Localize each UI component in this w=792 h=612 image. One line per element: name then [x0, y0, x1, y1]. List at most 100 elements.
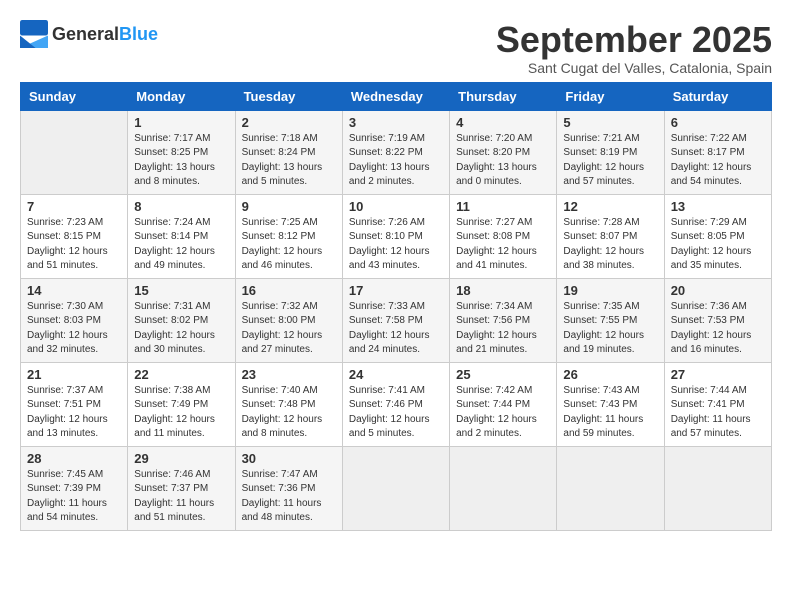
day-number: 27 [671, 367, 765, 382]
day-number: 2 [242, 115, 336, 130]
calendar-cell: 11Sunrise: 7:27 AM Sunset: 8:08 PM Dayli… [450, 194, 557, 278]
day-number: 22 [134, 367, 228, 382]
day-info: Sunrise: 7:41 AM Sunset: 7:46 PM Dayligh… [349, 384, 443, 442]
day-number: 19 [563, 283, 657, 298]
day-number: 25 [456, 367, 550, 382]
column-header-saturday: Saturday [664, 82, 771, 110]
day-info: Sunrise: 7:29 AM Sunset: 8:05 PM Dayligh… [671, 216, 765, 274]
calendar-cell: 9Sunrise: 7:25 AM Sunset: 8:12 PM Daylig… [235, 194, 342, 278]
day-info: Sunrise: 7:21 AM Sunset: 8:19 PM Dayligh… [563, 132, 657, 190]
calendar-week-row: 7 Sunrise: 7:23 AM Sunset: 8:15 PM Daylig… [21, 194, 772, 278]
day-info: Sunrise: 7:43 AM Sunset: 7:43 PM Dayligh… [563, 384, 657, 442]
calendar-cell: 14 Sunrise: 7:30 AM Sunset: 8:03 PM Dayli… [21, 278, 128, 362]
day-number: 6 [671, 115, 765, 130]
day-number: 12 [563, 199, 657, 214]
day-info: Sunrise: 7:32 AM Sunset: 8:00 PM Dayligh… [242, 300, 336, 358]
day-info: Sunrise: 7:40 AM Sunset: 7:48 PM Dayligh… [242, 384, 336, 442]
logo-text-general: General [52, 24, 119, 44]
day-number: 10 [349, 199, 443, 214]
day-info: Sunrise: 7:31 AM Sunset: 8:02 PM Dayligh… [134, 300, 228, 358]
day-number: 11 [456, 199, 550, 214]
calendar-table: SundayMondayTuesdayWednesdayThursdayFrid… [20, 82, 772, 531]
calendar-header-row: SundayMondayTuesdayWednesdayThursdayFrid… [21, 82, 772, 110]
day-info: Sunrise: 7:30 AM Sunset: 8:03 PM Dayligh… [27, 300, 121, 358]
logo: GeneralBlue [20, 20, 158, 48]
calendar-cell: 5 Sunrise: 7:21 AM Sunset: 8:19 PM Daylig… [557, 110, 664, 194]
calendar-cell [664, 446, 771, 530]
calendar-cell [450, 446, 557, 530]
day-number: 24 [349, 367, 443, 382]
title-area: September 2025 Sant Cugat del Valles, Ca… [496, 20, 772, 76]
day-number: 3 [349, 115, 443, 130]
calendar-cell: 8 Sunrise: 7:24 AM Sunset: 8:14 PM Daylig… [128, 194, 235, 278]
day-number: 1 [134, 115, 228, 130]
column-header-tuesday: Tuesday [235, 82, 342, 110]
calendar-cell: 4Sunrise: 7:20 AM Sunset: 8:20 PM Daylig… [450, 110, 557, 194]
calendar-cell [342, 446, 449, 530]
column-header-thursday: Thursday [450, 82, 557, 110]
calendar-cell: 15 Sunrise: 7:31 AM Sunset: 8:02 PM Dayli… [128, 278, 235, 362]
day-info: Sunrise: 7:36 AM Sunset: 7:53 PM Dayligh… [671, 300, 765, 358]
calendar-week-row: 14 Sunrise: 7:30 AM Sunset: 8:03 PM Dayli… [21, 278, 772, 362]
calendar-cell [557, 446, 664, 530]
calendar-cell: 29Sunrise: 7:46 AM Sunset: 7:37 PM Dayli… [128, 446, 235, 530]
column-header-monday: Monday [128, 82, 235, 110]
day-number: 13 [671, 199, 765, 214]
calendar-cell: 18 Sunrise: 7:34 AM Sunset: 7:56 PM Dayli… [450, 278, 557, 362]
month-title: September 2025 [496, 20, 772, 60]
calendar-cell: 22 Sunrise: 7:38 AM Sunset: 7:49 PM Dayli… [128, 362, 235, 446]
day-number: 16 [242, 283, 336, 298]
day-number: 8 [134, 199, 228, 214]
location-subtitle: Sant Cugat del Valles, Catalonia, Spain [496, 60, 772, 76]
calendar-cell: 1Sunrise: 7:17 AM Sunset: 8:25 PM Daylig… [128, 110, 235, 194]
day-info: Sunrise: 7:45 AM Sunset: 7:39 PM Dayligh… [27, 468, 121, 526]
day-info: Sunrise: 7:22 AM Sunset: 8:17 PM Dayligh… [671, 132, 765, 190]
calendar-cell: 25 Sunrise: 7:42 AM Sunset: 7:44 PM Dayli… [450, 362, 557, 446]
page-header: GeneralBlue September 2025 Sant Cugat de… [20, 20, 772, 76]
day-info: Sunrise: 7:47 AM Sunset: 7:36 PM Dayligh… [242, 468, 336, 526]
day-number: 23 [242, 367, 336, 382]
day-info: Sunrise: 7:44 AM Sunset: 7:41 PM Dayligh… [671, 384, 765, 442]
day-number: 14 [27, 283, 121, 298]
calendar-cell: 20 Sunrise: 7:36 AM Sunset: 7:53 PM Dayli… [664, 278, 771, 362]
calendar-cell: 13 Sunrise: 7:29 AM Sunset: 8:05 PM Dayli… [664, 194, 771, 278]
day-info: Sunrise: 7:33 AM Sunset: 7:58 PM Dayligh… [349, 300, 443, 358]
day-number: 20 [671, 283, 765, 298]
logo-icon [20, 20, 48, 48]
day-info: Sunrise: 7:19 AM Sunset: 8:22 PM Dayligh… [349, 132, 443, 190]
calendar-cell: 2 Sunrise: 7:18 AM Sunset: 8:24 PM Daylig… [235, 110, 342, 194]
calendar-week-row: 28Sunrise: 7:45 AM Sunset: 7:39 PM Dayli… [21, 446, 772, 530]
day-info: Sunrise: 7:42 AM Sunset: 7:44 PM Dayligh… [456, 384, 550, 442]
day-info: Sunrise: 7:34 AM Sunset: 7:56 PM Dayligh… [456, 300, 550, 358]
day-info: Sunrise: 7:23 AM Sunset: 8:15 PM Dayligh… [27, 216, 121, 274]
day-info: Sunrise: 7:26 AM Sunset: 8:10 PM Dayligh… [349, 216, 443, 274]
day-info: Sunrise: 7:20 AM Sunset: 8:20 PM Dayligh… [456, 132, 550, 190]
column-header-wednesday: Wednesday [342, 82, 449, 110]
calendar-week-row: 21Sunrise: 7:37 AM Sunset: 7:51 PM Dayli… [21, 362, 772, 446]
day-number: 15 [134, 283, 228, 298]
day-info: Sunrise: 7:24 AM Sunset: 8:14 PM Dayligh… [134, 216, 228, 274]
day-info: Sunrise: 7:35 AM Sunset: 7:55 PM Dayligh… [563, 300, 657, 358]
column-header-friday: Friday [557, 82, 664, 110]
calendar-cell: 10 Sunrise: 7:26 AM Sunset: 8:10 PM Dayli… [342, 194, 449, 278]
day-number: 30 [242, 451, 336, 466]
day-number: 7 [27, 199, 121, 214]
calendar-cell: 17 Sunrise: 7:33 AM Sunset: 7:58 PM Dayli… [342, 278, 449, 362]
calendar-cell: 7 Sunrise: 7:23 AM Sunset: 8:15 PM Daylig… [21, 194, 128, 278]
calendar-cell: 12 Sunrise: 7:28 AM Sunset: 8:07 PM Dayli… [557, 194, 664, 278]
day-number: 29 [134, 451, 228, 466]
day-number: 18 [456, 283, 550, 298]
calendar-cell: 30 Sunrise: 7:47 AM Sunset: 7:36 PM Dayli… [235, 446, 342, 530]
day-info: Sunrise: 7:28 AM Sunset: 8:07 PM Dayligh… [563, 216, 657, 274]
calendar-cell [21, 110, 128, 194]
day-info: Sunrise: 7:18 AM Sunset: 8:24 PM Dayligh… [242, 132, 336, 190]
day-number: 5 [563, 115, 657, 130]
calendar-cell: 26Sunrise: 7:43 AM Sunset: 7:43 PM Dayli… [557, 362, 664, 446]
logo-text-blue: Blue [119, 24, 158, 44]
day-number: 17 [349, 283, 443, 298]
calendar-week-row: 1Sunrise: 7:17 AM Sunset: 8:25 PM Daylig… [21, 110, 772, 194]
calendar-cell: 28Sunrise: 7:45 AM Sunset: 7:39 PM Dayli… [21, 446, 128, 530]
calendar-cell: 3 Sunrise: 7:19 AM Sunset: 8:22 PM Daylig… [342, 110, 449, 194]
day-info: Sunrise: 7:38 AM Sunset: 7:49 PM Dayligh… [134, 384, 228, 442]
calendar-cell: 21Sunrise: 7:37 AM Sunset: 7:51 PM Dayli… [21, 362, 128, 446]
